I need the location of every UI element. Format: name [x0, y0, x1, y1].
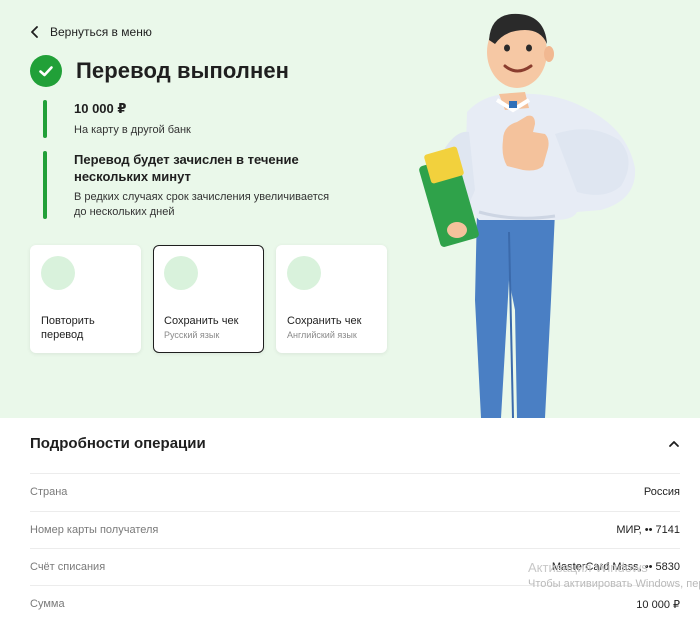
save-receipt-en-button[interactable]: Сохранить чек Английский язык: [276, 245, 387, 353]
chevron-left-icon: [31, 26, 38, 38]
repeat-transfer-button[interactable]: Повторить перевод: [30, 245, 141, 353]
card-sublabel: Английский язык: [287, 330, 357, 340]
detail-label: Сумма: [30, 598, 65, 610]
detail-row-card: Номер карты получателя МИР, •• 7141: [30, 511, 680, 548]
detail-value: MasterCard Mass, •• 5830: [551, 561, 680, 573]
details-title: Подробности операции: [30, 435, 206, 452]
timing-info: Перевод будет зачислен в течение несколь…: [43, 151, 329, 219]
detail-label: Номер карты получателя: [30, 524, 159, 536]
status-header: Перевод выполнен: [30, 55, 289, 87]
operation-details: Подробности операции Страна Россия Номер…: [0, 418, 700, 622]
details-toggle[interactable]: Подробности операции: [30, 435, 680, 452]
success-check-icon: [30, 55, 62, 87]
save-receipt-ru-button[interactable]: Сохранить чек Русский язык: [153, 245, 264, 353]
mascot-illustration: [419, 13, 636, 418]
timing-title-line1: Перевод будет зачислен в течение: [74, 152, 299, 167]
transfer-destination: На карту в другой банк: [74, 124, 191, 136]
detail-value: МИР, •• 7141: [616, 524, 680, 536]
detail-value: 10 000 ₽: [636, 598, 680, 611]
receipt-icon: [287, 256, 321, 290]
page-title: Перевод выполнен: [76, 58, 290, 83]
chevron-up-icon: [669, 440, 679, 447]
detail-row-account: Счёт списания MasterCard Mass, •• 5830: [30, 548, 680, 585]
card-sublabel: Русский язык: [164, 330, 220, 340]
timing-note-line1: В редких случаях срок зачисления увеличи…: [74, 191, 330, 203]
detail-value: Россия: [643, 486, 680, 498]
card-label: Сохранить чек: [164, 315, 239, 327]
back-link-label: Вернуться в меню: [50, 25, 152, 39]
repeat-icon: [41, 256, 75, 290]
receipt-icon: [164, 256, 198, 290]
timing-note-line2: до нескольких дней: [74, 206, 175, 218]
back-to-menu-link[interactable]: Вернуться в меню: [30, 25, 152, 39]
detail-label: Счёт списания: [30, 561, 106, 573]
transfer-amount: 10 000 ₽: [74, 101, 127, 116]
detail-label: Страна: [30, 486, 68, 498]
amount-info: 10 000 ₽ На карту в другой банк: [43, 100, 191, 138]
card-label: Повторить перевод: [41, 315, 95, 341]
detail-row-country: Страна Россия: [30, 473, 680, 510]
hero-panel: Вернуться в меню Перевод выполнен 10 000…: [0, 0, 700, 418]
card-label: Сохранить чек: [287, 315, 362, 327]
detail-row-sum: Сумма 10 000 ₽: [30, 585, 680, 622]
timing-title-line2: нескольких минут: [74, 169, 191, 184]
